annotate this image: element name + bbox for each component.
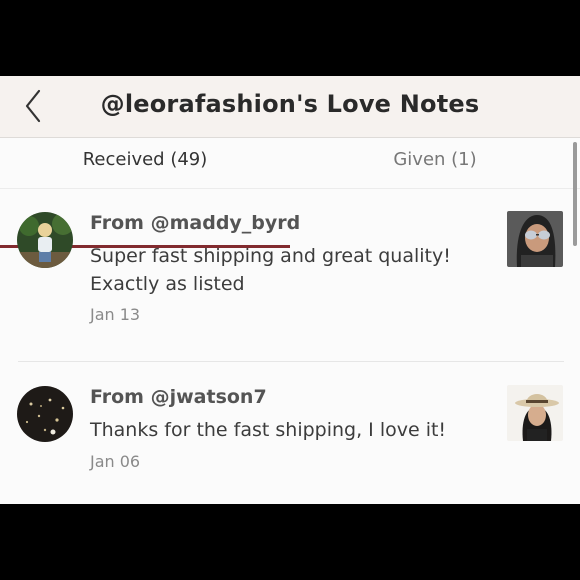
- tab-given[interactable]: Given (1): [290, 138, 580, 188]
- note-date: Jan 13: [90, 305, 141, 324]
- thumbnail-image: [507, 385, 563, 441]
- avatar[interactable]: [17, 212, 73, 268]
- listing-thumbnail[interactable]: [507, 385, 563, 441]
- note-text: Super fast shipping and great quality! E…: [90, 245, 451, 295]
- tab-bar: Received (49) Given (1): [0, 138, 580, 248]
- divider: [18, 361, 564, 362]
- page-title: @leorafashion's Love Notes: [100, 90, 480, 118]
- scrollbar[interactable]: [573, 142, 577, 246]
- note-sender[interactable]: From @maddy_byrd: [90, 212, 300, 234]
- thumbnail-image: [507, 211, 563, 267]
- avatar-image: [17, 386, 73, 442]
- note-sender[interactable]: From @jwatson7: [90, 386, 267, 408]
- tab-received[interactable]: Received (49): [0, 138, 290, 188]
- note-date: Jan 06: [90, 452, 141, 471]
- listing-thumbnail[interactable]: [507, 211, 563, 267]
- avatar-image: [17, 212, 73, 268]
- love-notes-screen: @leorafashion's Love Notes Received (49)…: [0, 76, 580, 504]
- avatar[interactable]: [17, 386, 73, 442]
- note-text: Thanks for the fast shipping, I love it!: [90, 419, 447, 441]
- header: @leorafashion's Love Notes: [0, 76, 580, 138]
